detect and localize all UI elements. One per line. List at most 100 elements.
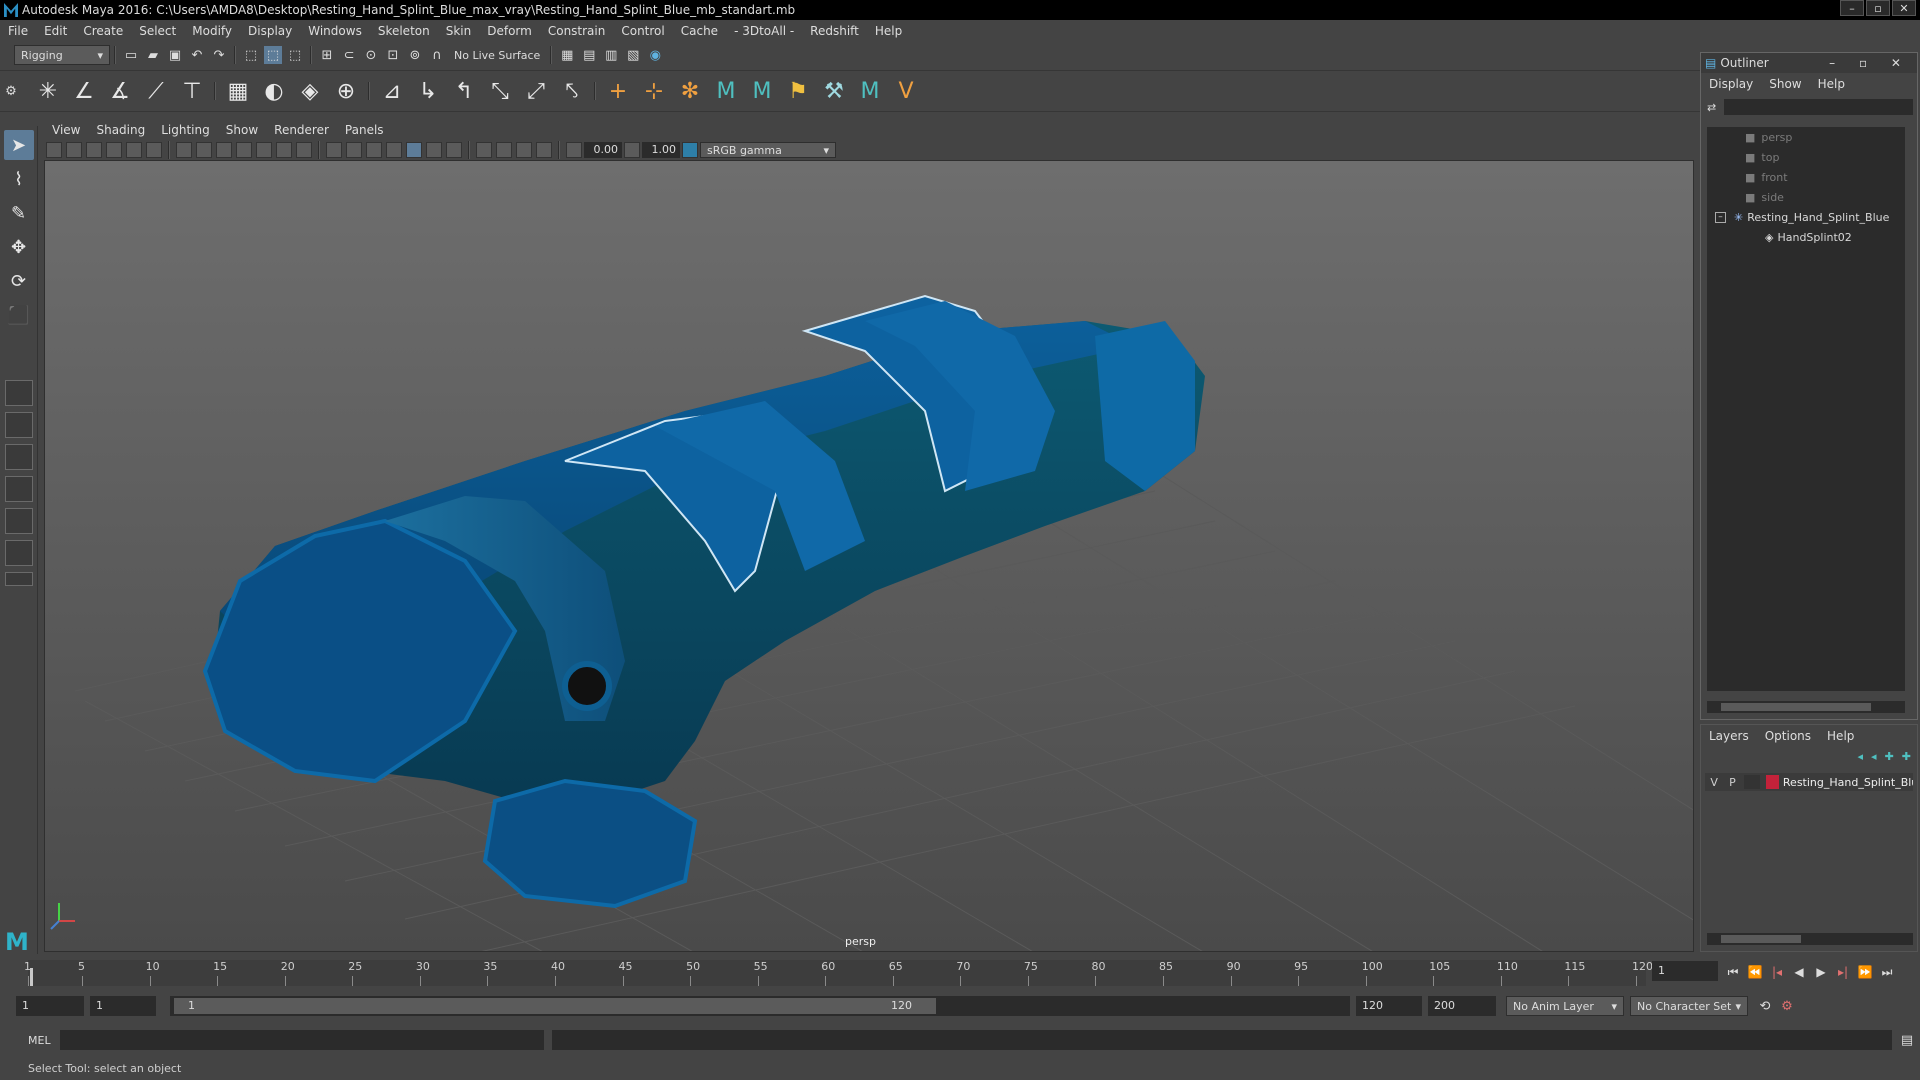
play-forward-icon[interactable]: ▶ xyxy=(1810,962,1832,982)
vp-menu-view[interactable]: View xyxy=(44,123,88,137)
select-object-icon[interactable]: ⬚ xyxy=(264,46,282,64)
outliner-menu-show[interactable]: Show xyxy=(1761,77,1809,91)
menu-redshift[interactable]: Redshift xyxy=(802,24,867,38)
time-slider[interactable]: 1 5 10 15 20 25 30 35 40 45 50 55 60 65 70 75 80 85 90 95 10… xyxy=(0,954,1920,988)
outliner-item-side[interactable]: ■ side xyxy=(1707,187,1905,207)
2d-pan-icon[interactable] xyxy=(126,142,142,158)
paint-select-icon[interactable]: ✎ xyxy=(4,198,34,228)
exposure-icon[interactable] xyxy=(566,142,582,158)
new-layer-icon[interactable]: ✚ xyxy=(1885,750,1894,763)
menu-skeleton[interactable]: Skeleton xyxy=(370,24,438,38)
shadows-icon[interactable] xyxy=(426,142,442,158)
wrap-icon[interactable]: ◈ xyxy=(295,76,325,106)
outliner-menu-display[interactable]: Display xyxy=(1701,77,1761,91)
color-management-icon[interactable] xyxy=(682,142,698,158)
wireframe-icon[interactable] xyxy=(326,142,342,158)
smooth-bind-icon[interactable]: ↰ xyxy=(449,76,479,106)
mirror-weights-icon[interactable]: ⤣ xyxy=(557,76,587,106)
outliner-item-top[interactable]: ■ top xyxy=(1707,147,1905,167)
menu-create[interactable]: Create xyxy=(75,24,131,38)
safe-title-icon[interactable] xyxy=(296,142,312,158)
outliner-search-field[interactable] xyxy=(1724,99,1913,115)
menu-cache[interactable]: Cache xyxy=(673,24,726,38)
scale-constraint-icon[interactable]: ⚑ xyxy=(783,76,813,106)
field-chart-icon[interactable] xyxy=(256,142,272,158)
layout-graph-icon[interactable] xyxy=(4,508,33,534)
orient-constraint-icon[interactable]: M xyxy=(747,76,777,106)
gear-icon[interactable]: ⚙ xyxy=(2,82,20,100)
step-back-key-icon[interactable]: ⏪ xyxy=(1744,962,1766,982)
render-view-icon[interactable]: ▧ xyxy=(624,46,642,64)
hypershade-icon[interactable]: ◉ xyxy=(646,46,664,64)
point-constraint-icon[interactable]: ✻ xyxy=(675,76,705,106)
snap-curve-icon[interactable]: ⊂ xyxy=(340,46,358,64)
textured-icon[interactable] xyxy=(386,142,402,158)
menu-constrain[interactable]: Constrain xyxy=(540,24,614,38)
ik-spline-icon[interactable]: ∡ xyxy=(105,76,135,106)
outliner-hscrollbar[interactable] xyxy=(1707,701,1905,713)
playback-start-field[interactable]: 1 xyxy=(90,996,156,1016)
auto-key-icon[interactable]: ⟲ xyxy=(1756,997,1774,1015)
scale-tool-icon[interactable]: ⬛ xyxy=(4,300,34,330)
shelf-options[interactable]: ⚙ xyxy=(0,82,30,100)
scene-start-field[interactable]: 1 xyxy=(16,996,84,1016)
layout-four-icon[interactable] xyxy=(4,412,33,438)
outliner-menu-help[interactable]: Help xyxy=(1810,77,1853,91)
outliner-window-buttons[interactable]: – ▫ ✕ xyxy=(1829,56,1911,70)
step-forward-key-icon[interactable]: ⏩ xyxy=(1854,962,1876,982)
ik-fk-icon[interactable]: V xyxy=(891,76,921,106)
redo-icon[interactable]: ↷ xyxy=(210,46,228,64)
anim-prefs-icon[interactable]: ⚙ xyxy=(1778,997,1796,1015)
layers-menu-help[interactable]: Help xyxy=(1819,729,1862,743)
outliner-item-persp[interactable]: ■ persp xyxy=(1707,127,1905,147)
move-layer-down-icon[interactable]: ◂ xyxy=(1871,750,1877,763)
film-gate-icon[interactable] xyxy=(196,142,212,158)
outliner-item-mesh[interactable]: ◈ HandSplint02 xyxy=(1707,227,1905,247)
lasso-tool-icon[interactable]: ⌇ xyxy=(4,164,34,194)
ik-handle-icon[interactable]: ∠ xyxy=(69,76,99,106)
aim-constraint-icon[interactable]: M xyxy=(711,76,741,106)
grid-toggle-icon[interactable] xyxy=(176,142,192,158)
scene-end-field[interactable]: 200 xyxy=(1428,996,1496,1016)
detach-skin-icon[interactable]: ⤡ xyxy=(485,76,515,106)
menu-control[interactable]: Control xyxy=(613,24,672,38)
image-plane-icon[interactable] xyxy=(106,142,122,158)
gate-mask-icon[interactable] xyxy=(236,142,252,158)
outliner-item-front[interactable]: ■ front xyxy=(1707,167,1905,187)
undo-icon[interactable]: ↶ xyxy=(188,46,206,64)
layer-playback-toggle[interactable]: P xyxy=(1723,776,1741,789)
new-layer-selected-icon[interactable]: ✚ xyxy=(1902,750,1911,763)
pole-vector-icon[interactable]: ⚒ xyxy=(819,76,849,106)
scrollbar-thumb[interactable] xyxy=(1721,703,1871,711)
gamma-field[interactable]: 1.00 xyxy=(642,142,680,158)
menu-select[interactable]: Select xyxy=(131,24,184,38)
lattice-icon[interactable]: ▦ xyxy=(223,76,253,106)
parent-constraint-icon[interactable]: ⊹ xyxy=(639,76,669,106)
menu-display[interactable]: Display xyxy=(240,24,300,38)
vp-menu-panels[interactable]: Panels xyxy=(337,123,392,137)
snap-magnet-icon[interactable]: ∩ xyxy=(428,46,446,64)
menu-skin[interactable]: Skin xyxy=(438,24,480,38)
play-backward-icon[interactable]: ◀ xyxy=(1788,962,1810,982)
open-scene-icon[interactable]: ▰ xyxy=(144,46,162,64)
mode-dropdown[interactable]: Rigging ▾ xyxy=(14,45,110,65)
time-ruler[interactable]: 1 5 10 15 20 25 30 35 40 45 50 55 60 65 70 75 80 85 90 95 10… xyxy=(24,960,1653,986)
locator-icon[interactable]: + xyxy=(603,76,633,106)
menu-help[interactable]: Help xyxy=(867,24,910,38)
camera-select-icon[interactable] xyxy=(46,142,62,158)
menu-windows[interactable]: Windows xyxy=(300,24,370,38)
layout-more-icon[interactable] xyxy=(4,572,33,586)
playback-end-field[interactable]: 120 xyxy=(1356,996,1422,1016)
color-space-dropdown[interactable]: sRGB gamma ▾ xyxy=(700,142,836,158)
new-scene-icon[interactable]: ▭ xyxy=(122,46,140,64)
step-forward-frame-icon[interactable]: ▸| xyxy=(1832,962,1854,982)
scrollbar-thumb[interactable] xyxy=(1721,935,1801,943)
filter-icon[interactable]: ⇄ xyxy=(1707,101,1716,114)
command-input[interactable] xyxy=(60,1030,544,1050)
gamma-icon[interactable] xyxy=(624,142,640,158)
snap-point-icon[interactable]: ⊙ xyxy=(362,46,380,64)
vp-menu-shading[interactable]: Shading xyxy=(88,123,153,137)
render-frame-icon[interactable]: ▦ xyxy=(558,46,576,64)
layers-menu-layers[interactable]: Layers xyxy=(1701,729,1757,743)
current-time-marker[interactable] xyxy=(30,968,33,986)
